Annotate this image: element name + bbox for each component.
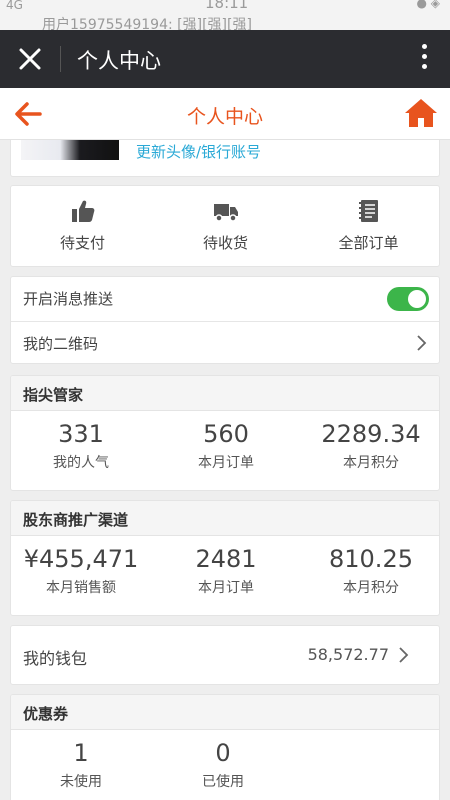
profile-card: 更新头像/银行账号	[10, 140, 440, 177]
section-title: 指尖管家	[11, 376, 439, 411]
truck-icon	[213, 204, 238, 222]
orders-card: 待支付 待收货 全部订单	[10, 185, 440, 267]
update-profile-link[interactable]: 更新头像/银行账号	[136, 141, 261, 162]
order-item-label: 待支付	[59, 234, 105, 252]
chevron-right-icon	[399, 647, 409, 663]
notification-text: 用户15975549194: [强][强][强]	[42, 17, 252, 30]
document-icon	[358, 200, 378, 222]
stat-label: 我的人气	[53, 455, 109, 471]
stat-value: 560	[203, 420, 249, 448]
home-icon[interactable]	[404, 97, 438, 129]
order-item-label: 全部订单	[338, 234, 399, 252]
stat-label: 未使用	[60, 774, 102, 790]
divider	[60, 46, 61, 72]
webview-title-bar: 个人中心	[0, 30, 450, 88]
order-item-label: 待收货	[202, 234, 248, 252]
section-title: 优惠券	[11, 695, 439, 730]
coupon-used[interactable]: 0 已使用	[153, 739, 293, 791]
stat-value: 2289.34	[321, 420, 421, 448]
signal-indicator: 4G	[6, 0, 23, 12]
qrcode-label: 我的二维码	[23, 335, 99, 353]
stat-value: 810.25	[329, 545, 413, 573]
chevron-right-icon	[417, 335, 427, 351]
status-icons: ● ◈	[416, 0, 440, 10]
stat-value: 0	[215, 739, 231, 767]
coupons-card: 优惠券 1 未使用 0 已使用	[10, 694, 440, 800]
push-notification-toggle[interactable]	[387, 287, 429, 311]
wallet-label: 我的钱包	[23, 649, 88, 668]
stat-label: 已使用	[202, 774, 244, 790]
order-pending-payment[interactable]: 待支付	[11, 198, 154, 253]
stat-monthly-points[interactable]: 810.25 本月积分	[301, 545, 439, 597]
webview-title: 个人中心	[77, 49, 161, 73]
stat-label: 本月积分	[343, 580, 399, 596]
settings-card: 开启消息推送 我的二维码	[10, 276, 440, 364]
stat-value: 331	[58, 420, 104, 448]
wallet-amount: 58,572.77	[307, 645, 389, 664]
stat-value: ¥455,471	[23, 545, 139, 573]
stat-label: 本月积分	[343, 455, 399, 471]
clock: 18:11	[205, 0, 249, 12]
stat-value: 2481	[195, 545, 257, 573]
stat-label: 本月订单	[198, 580, 254, 596]
push-notification-row: 开启消息推送	[11, 277, 439, 321]
avatar[interactable]	[21, 140, 119, 160]
stat-label: 本月销售额	[46, 580, 116, 596]
more-menu-icon[interactable]	[420, 44, 428, 74]
qrcode-row[interactable]: 我的二维码	[11, 321, 439, 363]
app-header: 个人中心	[0, 88, 450, 140]
stat-value: 1	[73, 739, 89, 767]
stat-monthly-orders[interactable]: 2481 本月订单	[156, 545, 296, 597]
order-pending-receipt[interactable]: 待收货	[154, 198, 297, 253]
coupon-unused[interactable]: 1 未使用	[11, 739, 151, 791]
stat-monthly-points[interactable]: 2289.34 本月积分	[301, 420, 439, 472]
push-notification-label: 开启消息推送	[23, 290, 114, 308]
wallet-row[interactable]: 我的钱包 58,572.77	[10, 625, 440, 685]
stat-monthly-orders[interactable]: 560 本月订单	[156, 420, 296, 472]
stat-popularity[interactable]: 331 我的人气	[11, 420, 151, 472]
stat-label: 本月订单	[198, 455, 254, 471]
section-title: 股东商推广渠道	[11, 501, 439, 536]
thumbs-up-icon	[71, 200, 94, 222]
stat-monthly-sales[interactable]: ¥455,471 本月销售额	[11, 545, 151, 597]
status-bar: 4G 用户15975549194: [强][强][强] 18:11 ● ◈	[0, 0, 450, 30]
channel-stats-card: 股东商推广渠道 ¥455,471 本月销售额 2481 本月订单 810.25 …	[10, 500, 440, 616]
manager-stats-card: 指尖管家 331 我的人气 560 本月订单 2289.34 本月积分	[10, 375, 440, 491]
close-icon[interactable]	[14, 43, 46, 75]
page-title: 个人中心	[186, 106, 263, 128]
order-all[interactable]: 全部订单	[297, 198, 439, 253]
